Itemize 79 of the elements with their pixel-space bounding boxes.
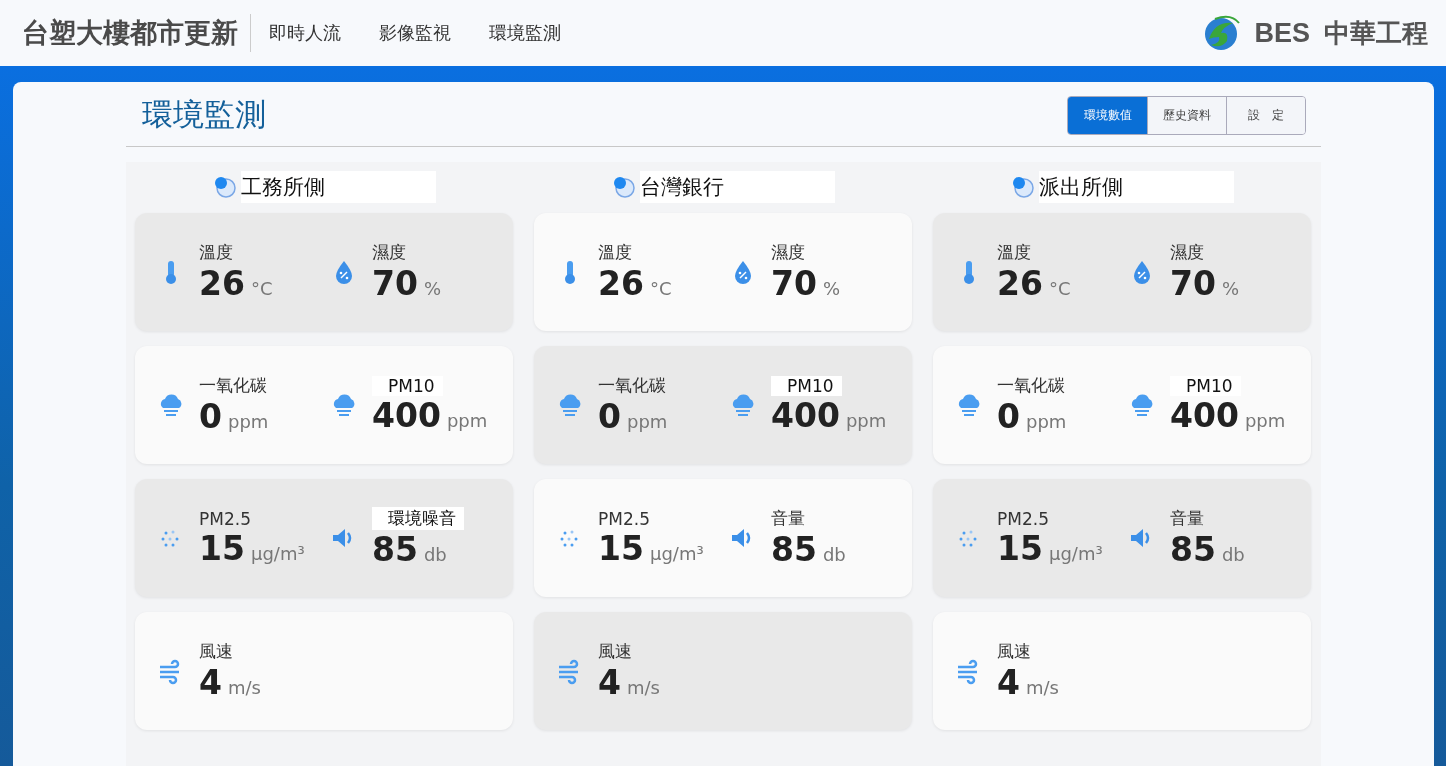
metric-label: 濕度 bbox=[1170, 241, 1204, 264]
metric-value: 400 bbox=[372, 395, 441, 435]
metric-value: 26 bbox=[199, 264, 245, 303]
metric-value: 85 bbox=[372, 530, 418, 569]
metric-label: 一氧化碳 bbox=[598, 374, 666, 397]
brand-name: 中華工程 bbox=[1324, 16, 1428, 50]
metric-unit: μg/m³ bbox=[1048, 542, 1103, 564]
metric-label: 溫度 bbox=[997, 241, 1031, 264]
metric-label: PM2.5 bbox=[598, 508, 650, 529]
nav-link[interactable]: 環境監測 bbox=[489, 21, 561, 45]
brand-name: BES bbox=[1254, 17, 1310, 49]
metric-unit: ppm bbox=[1244, 409, 1286, 431]
metric-value: 4 bbox=[598, 663, 621, 702]
metric-value: 85 bbox=[771, 530, 817, 569]
metric-label: PM2.5 bbox=[997, 508, 1049, 529]
metric-value: 15 bbox=[199, 528, 245, 568]
metric-label: PM10 bbox=[1170, 375, 1241, 396]
metric-label: 風速 bbox=[199, 640, 233, 663]
metric-value: 70 bbox=[1170, 264, 1216, 303]
metric-label: 環境噪音 bbox=[372, 507, 464, 530]
metric-label: 音量 bbox=[771, 507, 805, 530]
metric-value: 400 bbox=[771, 395, 840, 435]
station-name: 工務所側 bbox=[240, 171, 436, 203]
metric-label: PM2.5 bbox=[199, 508, 251, 529]
metric-value: 26 bbox=[997, 264, 1043, 303]
metric-unit: % bbox=[1221, 278, 1240, 299]
metric-unit: ppm bbox=[845, 409, 887, 431]
metric-label: 濕度 bbox=[771, 241, 805, 264]
page-title: 環境監測 bbox=[142, 95, 266, 134]
metric-value: 15 bbox=[997, 528, 1043, 568]
metric-unit: % bbox=[822, 278, 841, 299]
station-dot-icon bbox=[1010, 175, 1035, 199]
metric-value: 4 bbox=[199, 663, 222, 702]
nav-link[interactable]: 影像監視 bbox=[379, 21, 451, 45]
station-dot-icon bbox=[212, 175, 237, 199]
metric-label: 一氧化碳 bbox=[997, 374, 1065, 397]
station-name: 台灣銀行 bbox=[639, 171, 835, 203]
metric-label: 風速 bbox=[598, 640, 632, 663]
metric-unit: % bbox=[423, 278, 442, 299]
metric-unit: db bbox=[1221, 544, 1245, 565]
metric-label: 溫度 bbox=[598, 241, 632, 264]
metric-unit: ppm bbox=[227, 411, 269, 432]
metric-label: 濕度 bbox=[372, 241, 406, 264]
metric-unit: m/s bbox=[626, 677, 660, 698]
metric-value: 15 bbox=[598, 528, 644, 568]
metric-value: 0 bbox=[997, 397, 1020, 436]
site-title: 台塑大樓都市更新 bbox=[22, 16, 238, 50]
metric-value: 400 bbox=[1170, 395, 1239, 435]
metric-label: 一氧化碳 bbox=[199, 374, 267, 397]
metric-value: 0 bbox=[598, 397, 621, 436]
metric-unit: μg/m³ bbox=[250, 542, 305, 564]
metric-unit: ppm bbox=[446, 409, 488, 431]
metric-value: 70 bbox=[771, 264, 817, 303]
metric-label: 風速 bbox=[997, 640, 1031, 663]
station-dot-icon bbox=[611, 175, 636, 199]
station-name: 派出所側 bbox=[1038, 171, 1234, 203]
metric-value: 0 bbox=[199, 397, 222, 436]
tab[interactable]: 設 定 bbox=[1226, 96, 1305, 134]
tab[interactable]: 環境數值 bbox=[1068, 96, 1147, 134]
metric-unit: m/s bbox=[227, 677, 261, 698]
metric-unit: db bbox=[822, 544, 846, 565]
metric-value: 70 bbox=[372, 264, 418, 303]
nav-link[interactable]: 即時人流 bbox=[269, 21, 341, 45]
metric-label: 溫度 bbox=[199, 241, 233, 264]
metric-unit: ppm bbox=[1025, 411, 1067, 432]
metric-label: 音量 bbox=[1170, 507, 1204, 530]
metric-unit: db bbox=[423, 544, 447, 565]
metric-value: 4 bbox=[997, 663, 1020, 702]
metric-unit: °C bbox=[250, 278, 273, 299]
metric-unit: °C bbox=[649, 278, 672, 299]
metric-label: PM10 bbox=[771, 375, 842, 396]
metric-label: PM10 bbox=[372, 375, 443, 396]
metric-value: 26 bbox=[598, 264, 644, 303]
metric-unit: m/s bbox=[1025, 677, 1059, 698]
tab[interactable]: 歷史資料 bbox=[1147, 96, 1226, 134]
metric-unit: °C bbox=[1048, 278, 1071, 299]
metric-value: 85 bbox=[1170, 530, 1216, 569]
metric-unit: μg/m³ bbox=[649, 542, 704, 564]
metric-unit: ppm bbox=[626, 411, 668, 432]
